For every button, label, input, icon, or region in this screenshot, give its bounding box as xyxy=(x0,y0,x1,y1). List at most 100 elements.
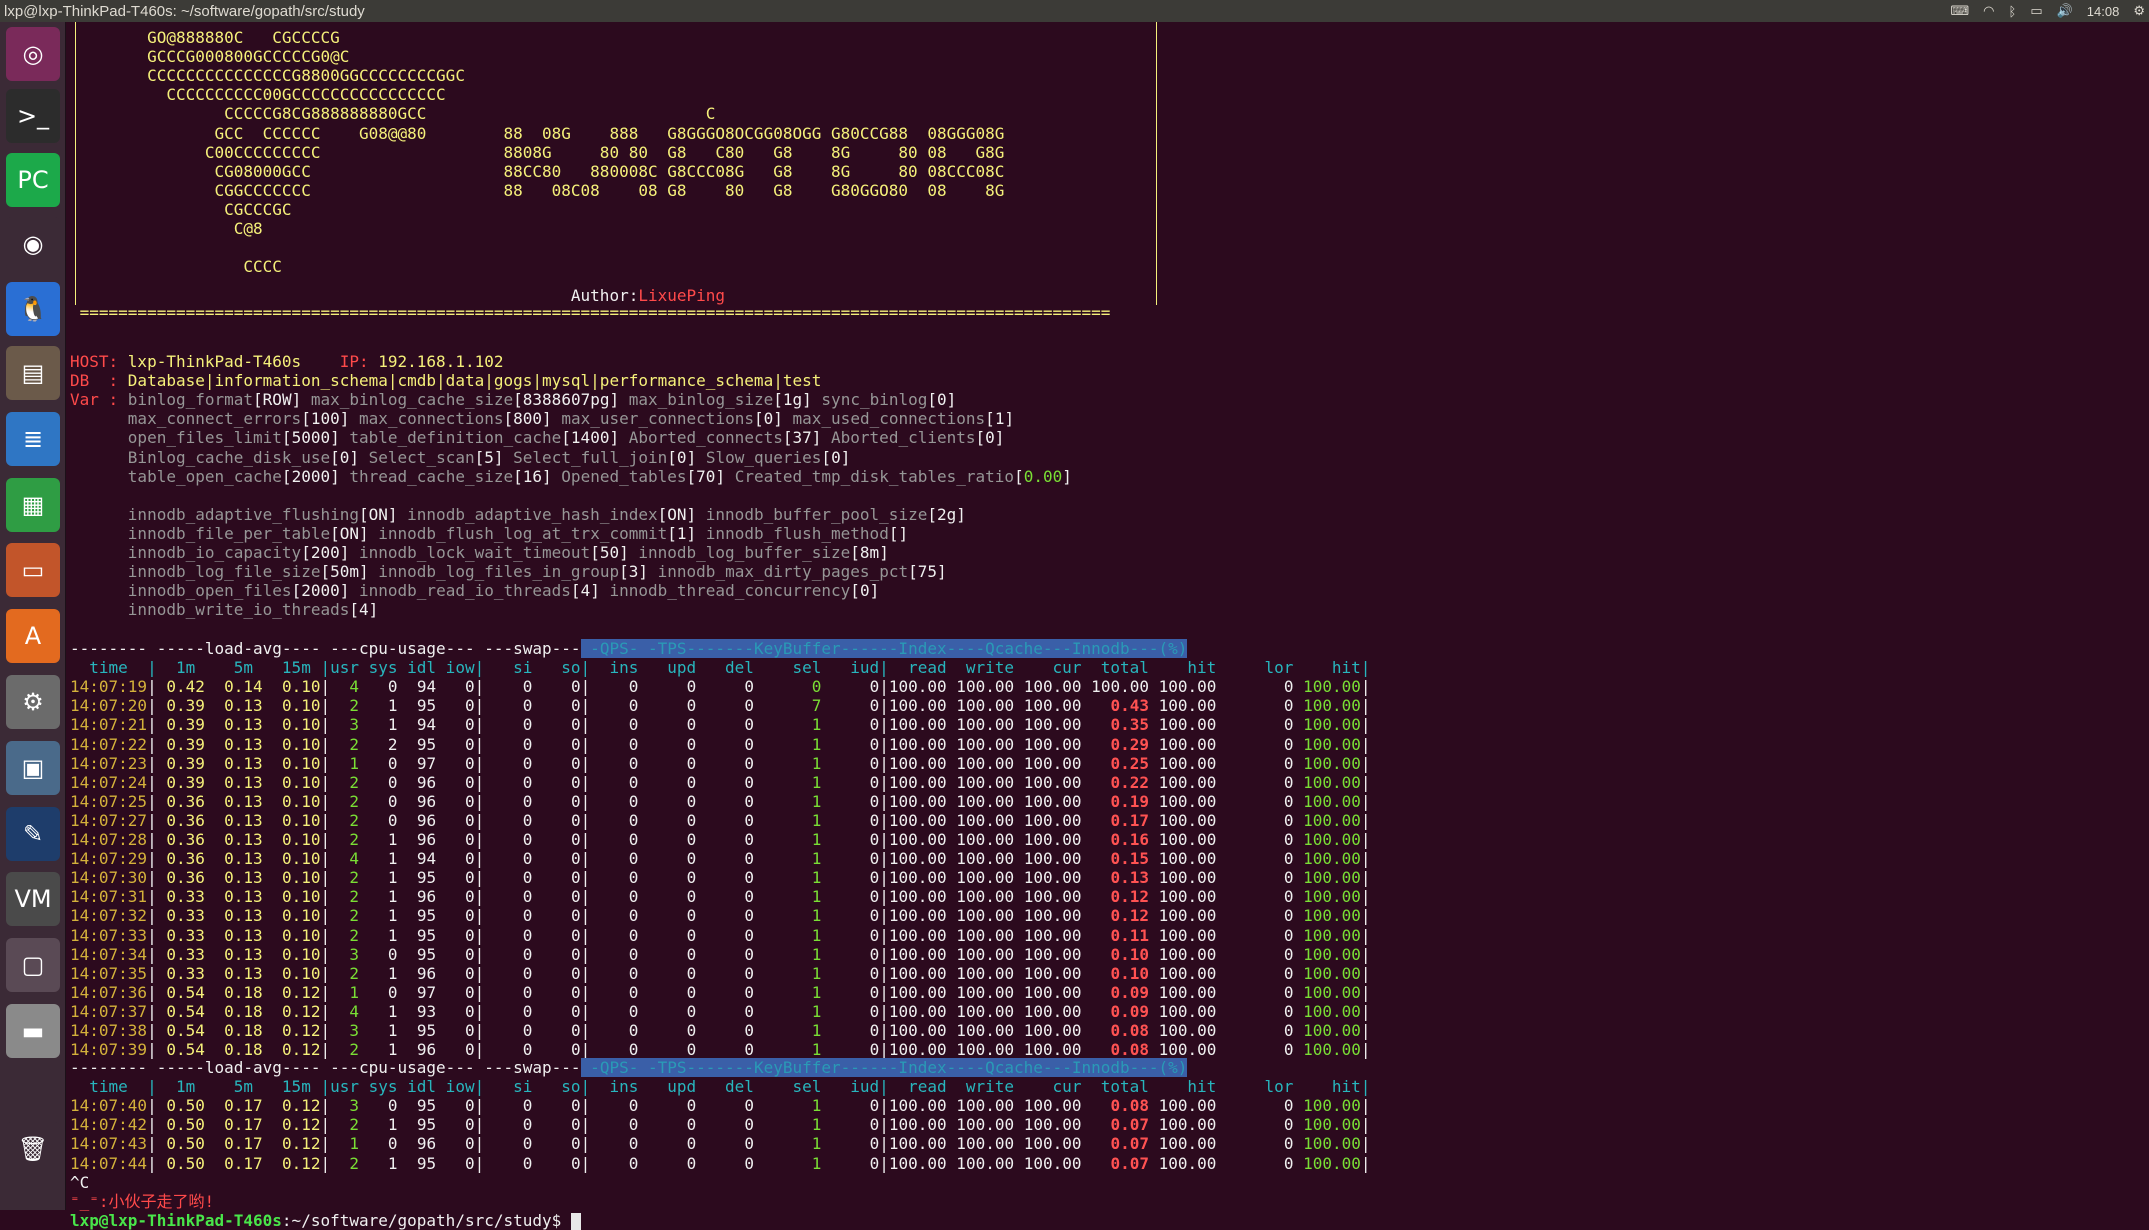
pipe: | xyxy=(320,715,331,735)
index-total: 0.25 xyxy=(1081,753,1149,773)
pipe: | xyxy=(147,734,157,754)
innodb-lor: 0 xyxy=(1216,1001,1294,1021)
load-1m: 0.36 xyxy=(156,868,205,888)
load-5m: 0.17 xyxy=(204,1115,263,1135)
keybuffer-read: 100.00 xyxy=(888,677,947,697)
var-name: Aborted_clients xyxy=(831,428,976,448)
var-name: Select_scan xyxy=(368,447,475,467)
trash-icon[interactable]: 🗑 xyxy=(6,1122,60,1176)
qps-sel: 1 xyxy=(754,830,822,849)
bluetooth-icon[interactable]: ᛒ xyxy=(2009,4,2017,19)
bracket: [ xyxy=(253,390,263,410)
index-total: 0.17 xyxy=(1081,810,1149,830)
table-row: 14:07:32| 0.33 0.13 0.10| 2 1 95 0| 0 0|… xyxy=(70,906,1371,925)
var-key xyxy=(70,524,128,543)
ubuntu-dash-icon[interactable]: ◎ xyxy=(6,27,60,81)
bracket: ] xyxy=(898,523,918,543)
pipe: | xyxy=(147,868,157,888)
text-cursor[interactable] xyxy=(570,1212,581,1230)
files-icon[interactable]: ▤ xyxy=(6,346,60,400)
pipe: | xyxy=(1360,715,1371,735)
wifi-icon[interactable]: ◠ xyxy=(1983,3,1994,19)
qq-penguin-icon[interactable]: 🐧 xyxy=(6,282,60,336)
qps-sel: 1 xyxy=(754,1021,822,1040)
keybuffer-cur: 100.00 xyxy=(1014,791,1082,811)
vm-icon[interactable]: VM xyxy=(6,872,60,926)
workspace-switcher-icon[interactable]: ▢ xyxy=(6,938,60,992)
load-1m: 0.36 xyxy=(156,791,205,811)
bracket: ] xyxy=(802,390,822,410)
calc-spreadsheet-icon[interactable]: ▦ xyxy=(6,478,60,532)
keybuffer-read: 100.00 xyxy=(888,1040,947,1060)
var-value: ON xyxy=(368,504,388,524)
pipe: | xyxy=(879,1115,889,1135)
innodb-hit: 100.00 xyxy=(1293,1134,1361,1154)
keyboard-icon[interactable]: ⌨ xyxy=(1950,3,1969,19)
pipe: | xyxy=(580,925,591,945)
banner-border-right xyxy=(1156,22,1157,305)
impress-presentation-icon[interactable]: ▭ xyxy=(6,543,60,597)
pipe: | xyxy=(580,906,591,926)
settings-gear-icon[interactable]: ⚙ xyxy=(2133,3,2145,19)
qps-upd: 0 xyxy=(638,849,697,869)
keybuffer-cur: 100.00 xyxy=(1014,1134,1082,1154)
bracket: ] xyxy=(1062,466,1082,486)
qps-upd: 0 xyxy=(638,906,697,926)
time-cell: 14:07:25 xyxy=(70,791,148,811)
swap-so: 0 xyxy=(532,944,581,964)
volume-icon[interactable]: 🔊 xyxy=(2057,3,2073,19)
header-columns: time | 1m 5m 15m |usr sys idl iow| si so… xyxy=(70,1077,591,1097)
index-total: 0.22 xyxy=(1081,772,1149,792)
terminal-icon[interactable]: >_ xyxy=(6,89,60,143)
load-5m: 0.17 xyxy=(204,1153,263,1173)
cpu-idl: 96 xyxy=(397,1134,437,1154)
bracket: ] xyxy=(686,447,706,467)
battery-icon[interactable]: ▭ xyxy=(2030,3,2042,19)
qps-sel: 0 xyxy=(754,677,822,697)
qcache-hit: 100.00 xyxy=(1148,1021,1217,1040)
load-5m: 0.18 xyxy=(204,1001,263,1021)
index-total: 0.29 xyxy=(1081,734,1149,754)
pipe: | xyxy=(1360,982,1371,1002)
time-cell: 14:07:43 xyxy=(70,1134,148,1154)
cpu-usr: 1 xyxy=(330,982,360,1002)
pipe: | xyxy=(474,1134,485,1154)
chrome-icon[interactable]: ◉ xyxy=(6,217,60,271)
load-15m: 0.12 xyxy=(262,1021,321,1040)
bracket: ] xyxy=(542,466,562,486)
pipe: | xyxy=(1360,1153,1371,1173)
cpu-usr: 2 xyxy=(330,963,360,983)
bracket: [ xyxy=(850,581,860,601)
pen-tool-icon[interactable]: ✎ xyxy=(6,807,60,861)
cpu-idl: 94 xyxy=(397,677,437,697)
qps-del: 0 xyxy=(696,772,754,792)
pycharm-icon[interactable]: PC xyxy=(6,153,60,207)
terminal[interactable]: GO@888880C CGCCCCG GCCCG000800GCCCCCG0@C… xyxy=(70,22,2149,1230)
drive-icon[interactable]: ▬ xyxy=(6,1004,60,1058)
load-1m: 0.39 xyxy=(156,734,205,754)
pipe: | xyxy=(1360,677,1371,697)
load-15m: 0.12 xyxy=(262,982,321,1002)
clock[interactable]: 14:08 xyxy=(2087,4,2120,19)
bracket: ] xyxy=(937,562,957,582)
var-value: ON xyxy=(339,523,359,543)
bracket: [ xyxy=(590,543,600,562)
tps-iud: 0 xyxy=(821,1134,880,1154)
bracket: [ xyxy=(667,523,677,543)
bracket: [ xyxy=(753,409,764,429)
innodb-lor: 0 xyxy=(1216,982,1294,1002)
pipe: | xyxy=(580,734,591,754)
header-columns-1: time | 1m 5m 15m |usr sys idl iow| si so… xyxy=(70,658,1370,677)
bracket: ] xyxy=(349,447,369,467)
header-columns-right: ins upd del sel iud| read write cur tota… xyxy=(590,658,1371,678)
pipe: | xyxy=(147,944,157,964)
system-settings-icon[interactable]: ⚙ xyxy=(6,675,60,729)
software-center-icon[interactable]: A xyxy=(6,609,60,663)
pipe: | xyxy=(879,868,889,888)
cpu-sys: 1 xyxy=(359,1001,398,1021)
writer-document-icon[interactable]: ≣ xyxy=(6,412,60,466)
bracket: [ xyxy=(1014,466,1024,486)
remote-desktop-icon[interactable]: ▣ xyxy=(6,741,60,795)
innodb-hit: 100.00 xyxy=(1293,868,1361,888)
table-row: 14:07:44| 0.50 0.17 0.12| 2 1 95 0| 0 0|… xyxy=(70,1154,1371,1173)
